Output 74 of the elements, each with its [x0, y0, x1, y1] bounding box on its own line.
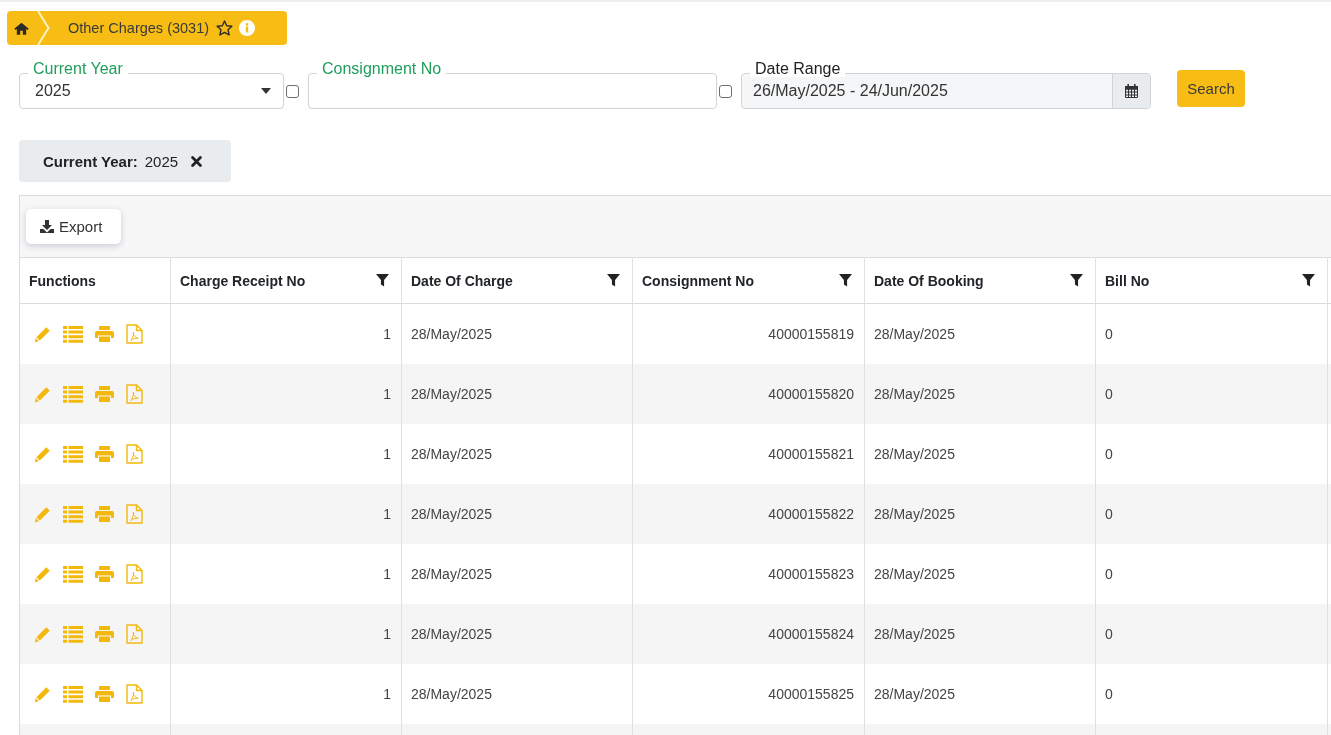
pencil-icon[interactable]: [34, 445, 51, 463]
table-cell: 0: [1096, 484, 1328, 544]
pdf-file-icon[interactable]: [126, 324, 143, 344]
printer-icon[interactable]: [95, 386, 114, 402]
pencil-icon[interactable]: [34, 385, 51, 403]
pencil-icon[interactable]: [34, 505, 51, 523]
printer-icon[interactable]: [95, 446, 114, 462]
table-cell: 40000155824: [633, 604, 865, 664]
calendar-button[interactable]: [1112, 74, 1150, 108]
pdf-file-icon[interactable]: [126, 504, 143, 524]
list-icon[interactable]: [63, 385, 83, 403]
checkbox[interactable]: [286, 85, 299, 98]
table-cell: 28/May/2025: [402, 364, 633, 424]
pdf-file-icon[interactable]: [126, 564, 143, 584]
printer-icon[interactable]: [95, 506, 114, 522]
field-label: Current Year: [28, 61, 128, 77]
home-icon[interactable]: [14, 21, 29, 35]
caret-icon: [261, 88, 271, 94]
field-label: Date Range: [750, 61, 846, 77]
field-label: Consignment No: [317, 61, 447, 77]
column-header: Functions: [29, 272, 96, 289]
filter-icon[interactable]: [839, 274, 852, 287]
printer-icon[interactable]: [95, 686, 114, 702]
table-cell: 1: [171, 484, 402, 544]
column-header: Bill No: [1105, 272, 1150, 289]
chip-label: Current Year:: [43, 152, 138, 170]
table-cell: 28/May/2025: [402, 484, 633, 544]
list-icon[interactable]: [63, 685, 83, 703]
chip-value: 2025: [144, 152, 179, 170]
table-cell: 40000155822: [633, 484, 865, 544]
printer-icon[interactable]: [95, 566, 114, 582]
table-cell: 28/May/2025: [865, 364, 1096, 424]
filter-icon[interactable]: [607, 274, 620, 287]
pencil-icon[interactable]: [34, 565, 51, 583]
breadcrumb-title: Other Charges (3031): [68, 20, 210, 36]
column-header: Consignment No: [642, 272, 754, 289]
pdf-file-icon[interactable]: [126, 624, 143, 644]
printer-icon[interactable]: [95, 326, 114, 342]
printer-icon[interactable]: [95, 626, 114, 642]
download-icon: [40, 220, 54, 233]
column-header: Date Of Charge: [411, 272, 513, 289]
table-cell: 1: [171, 364, 402, 424]
column-header: Charge Receipt No: [180, 272, 306, 289]
star-icon[interactable]: [216, 20, 234, 36]
filter-icon[interactable]: [376, 274, 389, 287]
close-icon[interactable]: [191, 155, 203, 167]
info-icon[interactable]: [239, 20, 256, 36]
list-icon[interactable]: [63, 325, 83, 343]
column-header: Date Of Booking: [874, 272, 984, 289]
table-cell: 0: [1096, 604, 1328, 664]
table-cell: 1: [171, 604, 402, 664]
table-cell: 28/May/2025: [865, 604, 1096, 664]
list-icon[interactable]: [63, 565, 83, 583]
pdf-file-icon[interactable]: [126, 444, 143, 464]
table-cell: 0: [1096, 364, 1328, 424]
table-cell: 28/May/2025: [865, 484, 1096, 544]
list-icon[interactable]: [63, 505, 83, 523]
pencil-icon[interactable]: [34, 325, 51, 343]
checkbox[interactable]: [719, 85, 732, 98]
table-cell: 40000155820: [633, 364, 865, 424]
calendar-icon: [1125, 84, 1138, 98]
table-cell: 28/May/2025: [402, 604, 633, 664]
pencil-icon[interactable]: [34, 685, 51, 703]
pdf-file-icon[interactable]: [126, 684, 143, 704]
list-icon[interactable]: [63, 625, 83, 643]
dropdown-field[interactable]: 2025: [19, 73, 284, 109]
chevron-icon: [37, 11, 50, 45]
filter-icon[interactable]: [1070, 274, 1083, 287]
export-button[interactable]: Export: [26, 209, 121, 244]
filter-icon[interactable]: [1302, 274, 1315, 287]
search-button[interactable]: Search: [1177, 70, 1245, 107]
pdf-file-icon[interactable]: [126, 384, 143, 404]
pencil-icon[interactable]: [34, 625, 51, 643]
list-icon[interactable]: [63, 445, 83, 463]
